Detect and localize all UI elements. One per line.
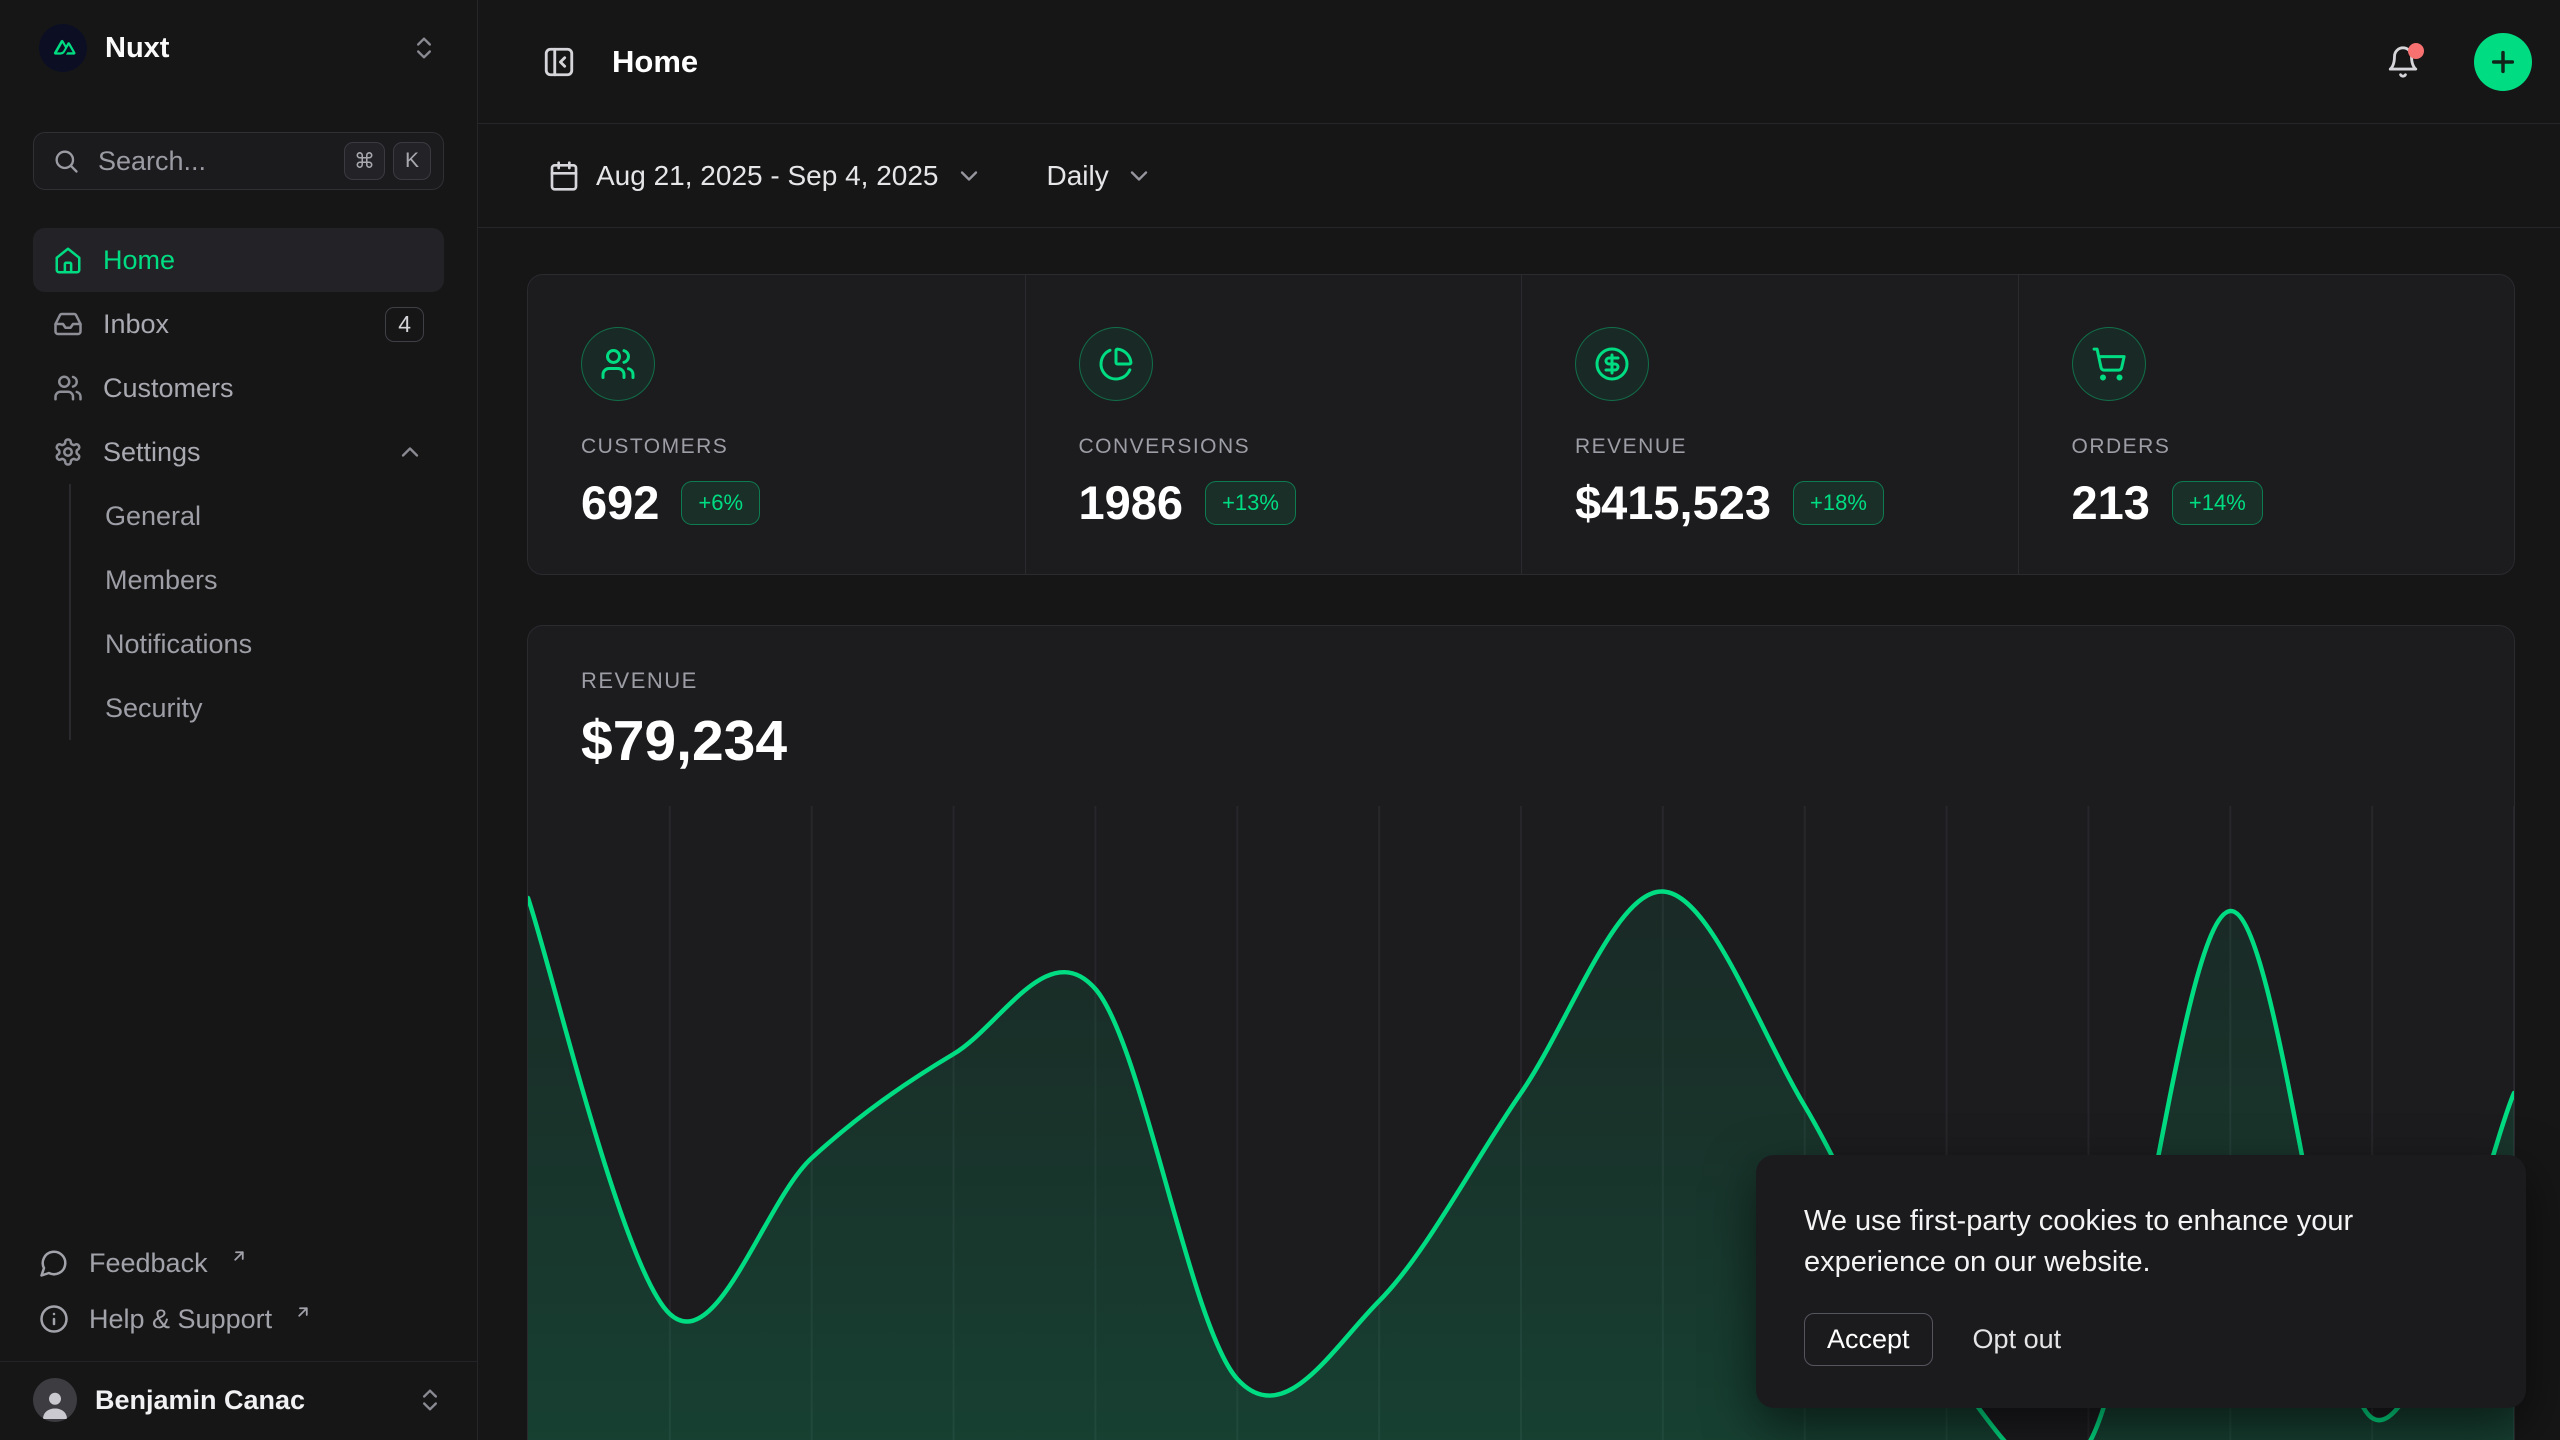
sidebar-item-label: Inbox — [103, 309, 169, 340]
sub-item-label: Security — [105, 693, 203, 724]
feedback-label: Feedback — [89, 1248, 208, 1279]
stat-label: ORDERS — [2072, 435, 2515, 459]
stat-delta-badge: +6% — [681, 481, 760, 525]
sub-item-label: General — [105, 501, 201, 532]
cookie-message: We use first-party cookies to enhance yo… — [1804, 1201, 2478, 1283]
external-link-icon — [294, 1303, 312, 1321]
stat-delta-badge: +14% — [2172, 481, 2263, 525]
dollar-circle-icon — [1575, 327, 1649, 401]
sidebar: Nuxt Search... ⌘ K Home — [0, 0, 478, 1440]
sub-item-label: Members — [105, 565, 218, 596]
sidebar-nav: Home Inbox 4 Customers Sett — [33, 228, 444, 740]
sidebar-item-inbox[interactable]: Inbox 4 — [33, 292, 444, 356]
avatar — [33, 1378, 77, 1422]
optout-cookies-button[interactable]: Opt out — [1973, 1324, 2062, 1355]
sidebar-item-security[interactable]: Security — [71, 676, 444, 740]
collapse-sidebar-button[interactable] — [534, 37, 584, 87]
stat-card-conversions[interactable]: CONVERSIONS 1986 +13% — [1025, 275, 1522, 574]
stat-card-orders[interactable]: ORDERS 213 +14% — [2018, 275, 2515, 574]
date-range-picker[interactable]: Aug 21, 2025 - Sep 4, 2025 — [548, 160, 983, 192]
sidebar-item-customers[interactable]: Customers — [33, 356, 444, 420]
sidebar-item-settings[interactable]: Settings — [33, 420, 444, 484]
users-icon — [53, 373, 83, 403]
accept-cookies-button[interactable]: Accept — [1804, 1313, 1933, 1366]
feedback-link[interactable]: Feedback — [33, 1235, 444, 1291]
stat-label: CUSTOMERS — [581, 435, 1025, 459]
page-title: Home — [612, 44, 698, 80]
notifications-button[interactable] — [2378, 37, 2428, 87]
granularity-select[interactable]: Daily — [1047, 160, 1153, 192]
plus-icon — [2487, 46, 2519, 78]
user-menu[interactable]: Benjamin Canac — [0, 1361, 477, 1440]
sidebar-item-notifications[interactable]: Notifications — [71, 612, 444, 676]
search-input[interactable]: Search... ⌘ K — [33, 132, 444, 190]
stats-row: CUSTOMERS 692 +6% CONVERSIONS 1986 +13% — [527, 274, 2515, 575]
user-name: Benjamin Canac — [95, 1385, 305, 1416]
inbox-icon — [53, 309, 83, 339]
search-icon — [52, 147, 80, 175]
revenue-total: $79,234 — [581, 708, 2461, 774]
chevrons-up-down-icon — [416, 1386, 444, 1414]
stat-value: $415,523 — [1575, 475, 1771, 530]
panel-collapse-icon — [542, 45, 576, 79]
cart-icon — [2072, 327, 2146, 401]
sidebar-item-label: Home — [103, 245, 175, 276]
stat-label: REVENUE — [1575, 435, 2018, 459]
chevron-down-icon — [1125, 162, 1153, 190]
stat-value: 213 — [2072, 475, 2150, 530]
add-button[interactable] — [2474, 33, 2532, 91]
filters-toolbar: Aug 21, 2025 - Sep 4, 2025 Daily — [478, 124, 2560, 228]
sidebar-item-label: Settings — [103, 437, 201, 468]
info-circle-icon — [39, 1304, 69, 1334]
settings-submenu: General Members Notifications Security — [69, 484, 444, 740]
stat-value: 692 — [581, 475, 659, 530]
workspace-switcher[interactable]: Nuxt — [33, 16, 444, 80]
page-header: Home — [478, 0, 2560, 124]
external-link-icon — [230, 1247, 248, 1265]
notification-dot — [2408, 43, 2424, 59]
sidebar-item-general[interactable]: General — [71, 484, 444, 548]
stat-delta-badge: +13% — [1205, 481, 1296, 525]
help-support-link[interactable]: Help & Support — [33, 1291, 444, 1347]
cmd-key: ⌘ — [344, 142, 385, 180]
workspace-name: Nuxt — [105, 32, 169, 65]
sub-item-label: Notifications — [105, 629, 252, 660]
help-support-label: Help & Support — [89, 1304, 272, 1335]
chevron-down-icon — [955, 162, 983, 190]
search-placeholder: Search... — [98, 146, 326, 177]
search-shortcut: ⌘ K — [344, 142, 431, 180]
granularity-value: Daily — [1047, 160, 1109, 192]
cookie-banner: We use first-party cookies to enhance yo… — [1756, 1155, 2526, 1408]
revenue-label: REVENUE — [581, 668, 2461, 694]
sidebar-item-home[interactable]: Home — [33, 228, 444, 292]
calendar-icon — [548, 160, 580, 192]
stat-value: 1986 — [1079, 475, 1184, 530]
chevron-up-icon — [396, 438, 424, 466]
nuxt-logo — [39, 24, 87, 72]
inbox-count-badge: 4 — [385, 307, 424, 342]
stat-card-customers[interactable]: CUSTOMERS 692 +6% — [528, 275, 1025, 574]
sidebar-item-members[interactable]: Members — [71, 548, 444, 612]
chat-bubble-icon — [39, 1248, 69, 1278]
stat-delta-badge: +18% — [1793, 481, 1884, 525]
sidebar-item-label: Customers — [103, 373, 234, 404]
stat-label: CONVERSIONS — [1079, 435, 1522, 459]
home-icon — [53, 245, 83, 275]
gear-icon — [53, 437, 83, 467]
pie-chart-icon — [1079, 327, 1153, 401]
stat-card-revenue[interactable]: REVENUE $415,523 +18% — [1521, 275, 2018, 574]
users-icon — [581, 327, 655, 401]
chevrons-up-down-icon — [410, 34, 438, 62]
main-area: Home Aug 21, 2025 - Sep 4, 2025 Daily — [478, 0, 2560, 1440]
k-key: K — [393, 142, 431, 180]
date-range-value: Aug 21, 2025 - Sep 4, 2025 — [596, 160, 939, 192]
